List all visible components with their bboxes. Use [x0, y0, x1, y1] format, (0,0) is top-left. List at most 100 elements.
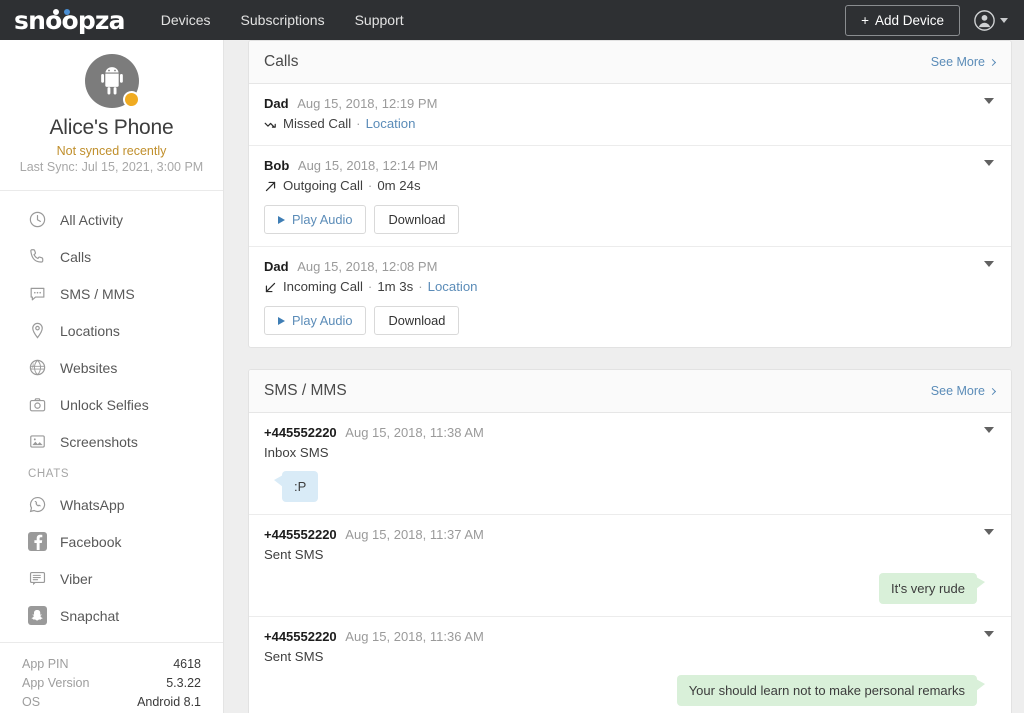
separator-dot: · — [367, 178, 373, 193]
download-button[interactable]: Download — [374, 306, 460, 335]
sidebar-item-facebook[interactable]: Facebook — [0, 523, 223, 560]
sidebar-item-label: SMS / MMS — [60, 285, 135, 302]
row-header: Bob Aug 15, 2018, 12:14 PM — [264, 157, 995, 175]
see-more-label: See More — [930, 384, 985, 398]
play-audio-button[interactable]: Play Audio — [264, 205, 367, 234]
sidebar-item-label: Websites — [60, 359, 118, 376]
sidebar-item-all-activity[interactable]: All Activity — [0, 201, 223, 238]
play-audio-button[interactable]: Play Audio — [264, 306, 367, 335]
row-expand-caret[interactable] — [984, 160, 994, 166]
avatar — [84, 54, 140, 108]
sms-row: +445552220 Aug 15, 2018, 11:36 AM Sent S… — [249, 617, 1011, 713]
nav-link-subscriptions[interactable]: Subscriptions — [241, 12, 325, 28]
separator-dot: · — [418, 279, 423, 294]
timestamp: Aug 15, 2018, 11:36 AM — [345, 629, 484, 644]
message-area: Your should learn not to make personal r… — [264, 675, 995, 706]
sidebar-item-label: Unlock Selfies — [60, 396, 149, 413]
contact-name: Dad — [264, 259, 289, 274]
chevron-right-icon — [988, 58, 997, 66]
image-icon — [30, 435, 45, 448]
info-value: Android 8.1 — [137, 695, 201, 709]
row-expand-caret[interactable] — [984, 98, 994, 104]
location-link[interactable]: Location — [428, 278, 478, 296]
row-expand-caret[interactable] — [984, 529, 994, 535]
account-menu[interactable] — [974, 9, 1008, 31]
timestamp: Aug 15, 2018, 11:37 AM — [345, 527, 484, 542]
sidebar-item-whatsapp[interactable]: WhatsApp — [0, 486, 223, 523]
snapchat-ghost-glyph — [31, 610, 43, 621]
app-root: snoopza Devices Subscriptions Support + … — [0, 0, 1024, 713]
sidebar-item-viber[interactable]: Viber — [0, 560, 223, 597]
row-actions: Play Audio Download — [264, 205, 995, 234]
sidebar-item-label: WhatsApp — [60, 496, 125, 513]
sync-status-badge — [122, 91, 140, 108]
info-key: App Version — [22, 676, 90, 690]
snapchat-icon — [28, 606, 47, 625]
sidebar-item-sms-mms[interactable]: SMS / MMS — [0, 275, 223, 312]
info-row: App PIN 4618 — [22, 655, 201, 674]
nav-link-devices[interactable]: Devices — [161, 12, 211, 28]
sidebar-item-label: Locations — [60, 322, 120, 339]
sidebar-item-snapchat[interactable]: Snapchat — [0, 597, 223, 634]
sidebar-item-locations[interactable]: Locations — [0, 312, 223, 349]
device-last-sync: Last Sync: Jul 15, 2021, 3:00 PM — [19, 160, 204, 174]
account-circle-icon — [974, 9, 995, 31]
sidebar-item-label: Screenshots — [60, 433, 138, 450]
main-nav-links: Devices Subscriptions Support — [161, 12, 404, 28]
device-sync-status: Not synced recently — [56, 144, 167, 158]
page-body: Alice's Phone Not synced recently Last S… — [0, 40, 1024, 713]
location-link[interactable]: Location — [366, 115, 416, 133]
logo-eyes-icon — [53, 8, 70, 15]
row-expand-caret[interactable] — [984, 631, 994, 637]
globe-icon — [29, 359, 46, 376]
row-expand-caret[interactable] — [984, 427, 994, 433]
row-header: Dad Aug 15, 2018, 12:19 PM — [264, 95, 995, 113]
message-bubble-outgoing: Your should learn not to make personal r… — [676, 675, 986, 706]
see-more-label: See More — [930, 55, 985, 69]
call-row: Dad Aug 15, 2018, 12:08 PM Incoming Call… — [249, 247, 1011, 347]
device-summary-card: Alice's Phone Not synced recently Last S… — [0, 40, 223, 191]
play-audio-label: Play Audio — [292, 212, 353, 227]
sidebar-item-calls[interactable]: Calls — [0, 238, 223, 275]
download-button[interactable]: Download — [374, 205, 460, 234]
logo-eye-left-icon — [53, 8, 59, 15]
see-more-calls-link[interactable]: See More — [930, 55, 997, 69]
info-value: 5.3.22 — [166, 676, 201, 690]
incoming-call-icon — [265, 282, 276, 292]
sidebar-item-label: All Activity — [60, 211, 124, 228]
timestamp: Aug 15, 2018, 11:38 AM — [345, 425, 484, 440]
info-value: 4618 — [173, 657, 201, 671]
see-more-sms-link[interactable]: See More — [930, 384, 997, 398]
brand-logo[interactable]: snoopza — [14, 8, 126, 33]
device-name: Alice's Phone — [49, 116, 174, 139]
viber-icon — [29, 571, 46, 586]
sidebar-item-label: Snapchat — [60, 607, 120, 624]
info-key: OS — [22, 695, 41, 709]
row-header: Dad Aug 15, 2018, 12:08 PM — [264, 258, 995, 276]
play-audio-label: Play Audio — [292, 313, 353, 328]
section-header: Calls See More — [249, 41, 1011, 84]
section-title: SMS / MMS — [264, 382, 347, 399]
add-device-label: Add Device — [874, 12, 944, 28]
row-expand-caret[interactable] — [984, 261, 994, 267]
phone-icon — [30, 249, 44, 263]
contact-number: +445552220 — [264, 629, 337, 644]
add-device-button[interactable]: + Add Device — [845, 4, 960, 36]
call-duration: 1m 3s — [377, 279, 414, 294]
download-label: Download — [388, 212, 446, 227]
camera-icon — [29, 398, 46, 412]
row-header: +445552220 Aug 15, 2018, 11:37 AM — [264, 526, 995, 544]
nav-link-support[interactable]: Support — [355, 12, 404, 28]
sidebar-item-label: Viber — [60, 570, 93, 587]
whatsapp-icon — [29, 496, 46, 513]
call-row: Bob Aug 15, 2018, 12:14 PM Outgoing Call… — [249, 146, 1011, 247]
sidebar-item-websites[interactable]: Websites — [0, 349, 223, 386]
sidebar-item-screenshots[interactable]: Screenshots — [0, 423, 223, 460]
message-area: :P — [264, 471, 995, 502]
sms-row: +445552220 Aug 15, 2018, 11:37 AM Sent S… — [249, 515, 1011, 617]
timestamp: Aug 15, 2018, 12:08 PM — [297, 259, 438, 274]
separator-dot: · — [356, 116, 361, 131]
plus-icon: + — [861, 12, 869, 28]
sidebar-item-unlock-selfies[interactable]: Unlock Selfies — [0, 386, 223, 423]
section-calls: Calls See More Dad Aug 15, 2018, 12:19 P… — [248, 40, 1012, 348]
